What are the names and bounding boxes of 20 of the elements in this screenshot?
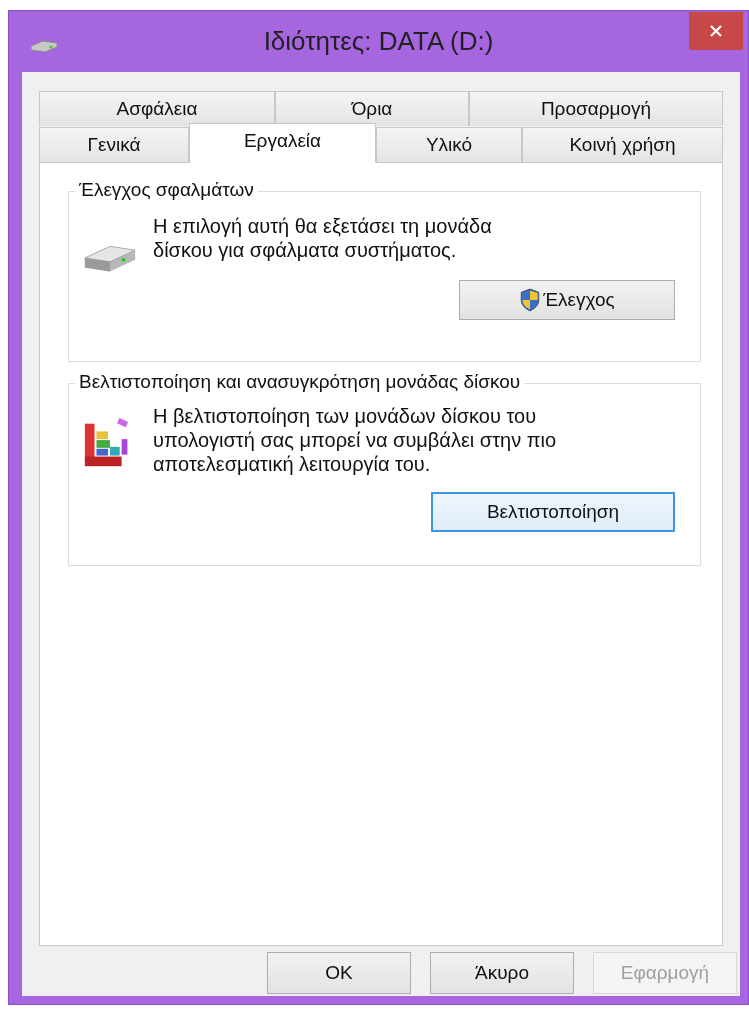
tab[interactable]: Γενικά — [39, 127, 189, 162]
tab[interactable]: Προσαρμογή — [469, 91, 723, 126]
tab[interactable]: Όρια — [275, 91, 469, 126]
description-text: Η επιλογή αυτή θα εξετάσει τη μονάδα δίσκου για σφάλματα συστήματος. — [153, 214, 493, 262]
dialog-button[interactable]: Άκυρο — [430, 952, 574, 994]
action-button[interactable]: Έλεγχος — [459, 280, 675, 320]
drive-icon — [29, 39, 59, 53]
close-button[interactable] — [689, 12, 743, 50]
description-text: Η βελτιστοποίηση των μονάδων δίσκου του υπολογιστή σας μπορεί να συμβάλει στην πιο αποτελεσματική λειτουργία του. — [153, 404, 558, 476]
dialog-button[interactable]: OK — [267, 952, 411, 994]
tab[interactable]: Ασφάλεια — [39, 91, 275, 126]
action-button[interactable]: Βελτιστοποίηση — [431, 492, 675, 532]
close-icon — [709, 24, 723, 38]
tab[interactable]: Υλικό — [376, 127, 522, 162]
group-title: Έλεγχος σφαλμάτων — [75, 179, 258, 201]
tab[interactable]: Εργαλεία — [189, 123, 376, 163]
window-title: Ιδιότητες: DATA (D:) — [263, 26, 494, 57]
shield-icon — [519, 288, 542, 312]
group-title: Βελτιστοποίηση και ανασυγκρότηση μονάδας δίσκου — [75, 371, 525, 393]
tab[interactable]: Κοινή χρήση — [522, 127, 723, 162]
